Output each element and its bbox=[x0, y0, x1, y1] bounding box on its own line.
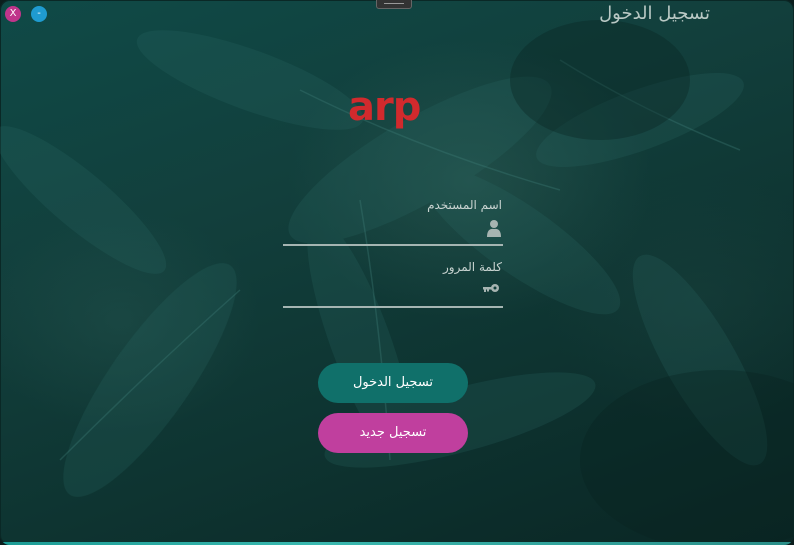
login-button[interactable]: تسجيل الدخول bbox=[318, 363, 468, 403]
password-label: كلمة المرور bbox=[442, 260, 502, 274]
drag-handle[interactable] bbox=[376, 0, 412, 9]
logo-text: arp bbox=[348, 88, 420, 130]
key-icon bbox=[483, 281, 501, 300]
window-title: تسجيل الدخول bbox=[599, 3, 710, 24]
login-window: X - تسجيل الدخول arp اسم المستخدم كلمة ا… bbox=[0, 0, 794, 545]
password-field bbox=[283, 276, 503, 308]
password-input[interactable] bbox=[283, 278, 477, 304]
close-button[interactable]: X bbox=[5, 6, 21, 22]
minimize-button[interactable]: - bbox=[31, 6, 47, 22]
arp-logo: arp bbox=[348, 88, 421, 130]
username-label: اسم المستخدم bbox=[427, 198, 502, 212]
signup-button[interactable]: تسجيل جديد bbox=[318, 413, 468, 453]
username-field bbox=[283, 214, 503, 246]
leaf-background-image bbox=[0, 20, 794, 545]
user-icon bbox=[487, 219, 501, 241]
username-input[interactable] bbox=[283, 216, 477, 242]
